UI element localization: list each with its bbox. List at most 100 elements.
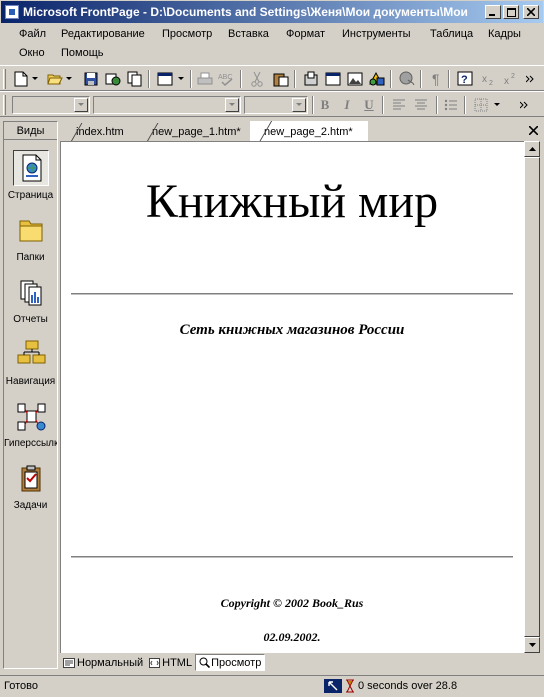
vertical-scrollbar[interactable]: [524, 141, 540, 653]
view-tasks[interactable]: Задачи: [4, 458, 57, 514]
drawing-icon: [369, 71, 385, 86]
minimize-icon: [489, 14, 495, 16]
tasks-icon: [21, 465, 40, 492]
toolbar-grip[interactable]: [3, 95, 6, 115]
toolbar-options-button-2[interactable]: [518, 96, 530, 114]
hourglass-icon: [346, 679, 354, 693]
toolbar-grip[interactable]: [3, 69, 6, 89]
scroll-thumb[interactable]: [524, 157, 540, 637]
view-hyperlinks[interactable]: Гиперссылки: [4, 396, 57, 452]
tab-new-page-1[interactable]: new_page_1.htm*: [138, 123, 252, 141]
new-page-button[interactable]: [12, 70, 30, 88]
drawing-button[interactable]: [368, 70, 386, 88]
navigation-icon: [17, 340, 45, 364]
maximize-icon: [506, 7, 516, 17]
insert-table-button[interactable]: [324, 70, 342, 88]
chevron-double-right-icon: [526, 75, 534, 83]
folder-icon: [19, 220, 42, 242]
views-bar: Виды Страница Папки Отчеты Навигация Гип…: [3, 121, 58, 669]
scroll-up-button[interactable]: [524, 141, 540, 157]
arrow-up-icon: [528, 147, 536, 151]
magnifier-icon: [199, 657, 211, 668]
open-dropdown-button[interactable]: [64, 70, 74, 88]
chevron-down-icon: [229, 103, 235, 106]
menu-format[interactable]: Формат: [286, 28, 325, 40]
menu-frames[interactable]: Кадры: [488, 28, 521, 40]
page-editor[interactable]: Книжный мир Сеть книжных магазинов Росси…: [60, 141, 524, 653]
svg-text:2: 2: [511, 73, 515, 80]
align-center-icon: [415, 99, 427, 110]
view-label: Задачи: [13, 500, 48, 511]
tab-html[interactable]: HTML: [146, 654, 195, 671]
superscript-button[interactable]: x2: [502, 70, 520, 88]
connection-icon: [324, 679, 342, 693]
menu-file[interactable]: Файл: [19, 28, 46, 40]
borders-button[interactable]: [472, 96, 490, 114]
tab-normal[interactable]: Нормальный: [60, 654, 146, 671]
chevron-down-icon: [32, 77, 38, 80]
status-bar: Готово 0 seconds over 28.8: [0, 675, 544, 697]
underline-button[interactable]: U: [360, 96, 378, 114]
html-view-icon: [149, 657, 161, 668]
print-button[interactable]: [196, 70, 214, 88]
maximize-button[interactable]: [503, 5, 519, 19]
italic-icon: I: [344, 97, 350, 112]
menu-view[interactable]: Просмотр: [162, 28, 212, 40]
menu-edit[interactable]: Редактирование: [61, 28, 145, 40]
menu-window[interactable]: Окно: [19, 47, 45, 59]
view-mode-tabs: Нормальный HTML Просмотр: [60, 653, 540, 672]
borders-dropdown-button[interactable]: [492, 96, 502, 114]
insert-picture-button[interactable]: [346, 70, 364, 88]
align-left-button[interactable]: [390, 96, 408, 114]
publish-button[interactable]: [104, 70, 122, 88]
save-button[interactable]: [82, 70, 100, 88]
menu-tools[interactable]: Инструменты: [342, 28, 411, 40]
style-select[interactable]: [12, 96, 90, 114]
insert-component-button[interactable]: [302, 70, 320, 88]
menu-insert[interactable]: Вставка: [228, 28, 269, 40]
tab-index[interactable]: index.htm: [62, 123, 140, 141]
svg-text:?: ?: [461, 74, 468, 86]
open-button[interactable]: [46, 70, 64, 88]
minimize-button[interactable]: [485, 5, 501, 19]
spelling-icon: ABC: [218, 74, 233, 87]
hyperlink-button[interactable]: [398, 70, 416, 88]
view-dropdown-button[interactable]: [176, 70, 186, 88]
italic-button[interactable]: I: [338, 96, 356, 114]
picture-icon: [347, 72, 363, 86]
menu-help[interactable]: Помощь: [61, 47, 104, 59]
subscript-button[interactable]: x2: [480, 70, 498, 88]
view-folders[interactable]: Папки: [4, 210, 57, 266]
view-label: Навигация: [5, 376, 56, 387]
scroll-down-button[interactable]: [524, 637, 540, 653]
close-document-button[interactable]: [528, 123, 539, 138]
bold-button[interactable]: B: [316, 96, 334, 114]
title-bar: Microsoft FrontPage - D:\Documents and S…: [0, 0, 544, 24]
font-size-select[interactable]: [244, 96, 308, 114]
window-title: Microsoft FrontPage - D:\Documents and S…: [23, 5, 468, 19]
hyperlinks-icon: [17, 403, 45, 431]
tab-new-page-2[interactable]: new_page_2.htm*: [250, 121, 368, 142]
view-tab-label: HTML: [162, 656, 193, 669]
new-dropdown-button[interactable]: [30, 70, 40, 88]
paste-button[interactable]: [272, 70, 290, 88]
toolbar-options-button[interactable]: [524, 70, 536, 88]
help-button[interactable]: ?: [456, 70, 474, 88]
align-center-button[interactable]: [412, 96, 430, 114]
folder-list-button[interactable]: [126, 70, 144, 88]
show-all-button[interactable]: ¶: [428, 70, 446, 88]
view-reports[interactable]: Отчеты: [4, 272, 57, 328]
navigation-pane-button[interactable]: [156, 70, 174, 88]
menu-table[interactable]: Таблица: [430, 28, 473, 40]
spelling-button[interactable]: ABC: [218, 70, 236, 88]
close-button[interactable]: [523, 5, 539, 19]
cut-button[interactable]: [248, 70, 266, 88]
close-icon: [528, 125, 539, 136]
menu-bar: Файл Редактирование Просмотр Вставка Фор…: [0, 25, 544, 65]
view-page[interactable]: Страница: [4, 148, 57, 204]
views-header: Виды: [4, 122, 57, 140]
view-navigation[interactable]: Навигация: [4, 334, 57, 390]
font-select[interactable]: [93, 96, 241, 114]
bullets-button[interactable]: [442, 96, 460, 114]
tab-preview[interactable]: Просмотр: [195, 654, 266, 671]
